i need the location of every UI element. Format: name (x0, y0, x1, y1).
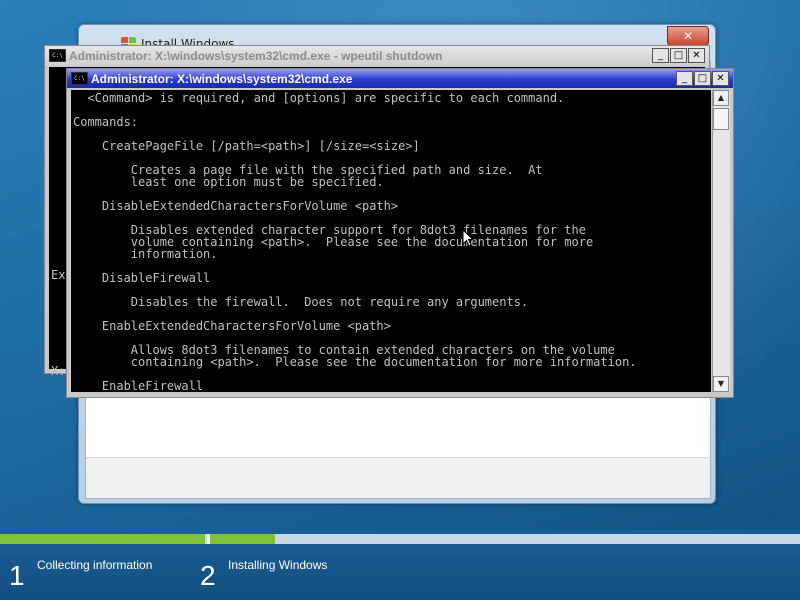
setup-progress-area: 1 Collecting information 2 Installing Wi… (0, 530, 800, 600)
close-button[interactable]: ✕ (688, 48, 705, 63)
cmd-titlebar-wpeutil[interactable]: C:\ Administrator: X:\windows\system32\c… (45, 46, 709, 65)
cmd-titlebar-main[interactable]: C:\ Administrator: X:\windows\system32\c… (67, 69, 733, 88)
minimize-button[interactable]: _ (652, 48, 669, 63)
console-prompt-fragment: X: (51, 364, 66, 378)
maximize-button[interactable]: □ (670, 48, 687, 63)
console-line: containing <path>. Please see the docume… (73, 355, 637, 369)
step-number: 1 (9, 560, 25, 591)
close-button[interactable]: ✕ (712, 71, 729, 86)
progress-fill-step-2 (210, 534, 275, 544)
console-line: DisableFirewall (73, 271, 211, 285)
scrollbar-thumb[interactable] (713, 108, 729, 130)
cmd-window-main[interactable]: C:\ Administrator: X:\windows\system32\c… (66, 68, 734, 398)
step-number: 2 (200, 560, 216, 591)
step-label: Installing Windows (228, 558, 328, 572)
progress-fill-step-1 (0, 534, 205, 544)
maximize-button[interactable]: □ (694, 71, 711, 86)
mouse-cursor-icon (462, 229, 474, 247)
console-line: least one option must be specified. (73, 175, 384, 189)
console-line: <Command> is required, and [options] are… (73, 91, 565, 105)
cmd-title-main: Administrator: X:\windows\system32\cmd.e… (91, 71, 353, 86)
console-line: Commands: (73, 115, 139, 129)
cmd-title-wpeutil: Administrator: X:\windows\system32\cmd.e… (69, 48, 443, 63)
console-icon: C:\ (49, 49, 66, 62)
vertical-scrollbar[interactable]: ▲ ▼ (712, 90, 730, 392)
install-footer-band (86, 457, 710, 498)
console-line: EnableExtendedCharactersForVolume <path> (73, 319, 391, 333)
step-label: Collecting information (37, 558, 153, 572)
console-line: CreatePageFile [/path=<path>] [/size=<si… (73, 139, 420, 153)
console-line: EnableFirewall (73, 379, 204, 392)
console-text-fragment: Ex (51, 268, 66, 282)
console-output: <Command> is required, and [options] are… (73, 92, 637, 392)
console-line: DisableExtendedCharactersForVolume <path… (73, 199, 399, 213)
console-line: information. (73, 247, 218, 261)
install-close-button[interactable]: ✕ (667, 26, 709, 46)
console-line: Disables the firewall. Does not require … (73, 295, 529, 309)
console-area-main[interactable]: <Command> is required, and [options] are… (71, 90, 711, 392)
console-icon: C:\ (71, 72, 88, 85)
scroll-up-arrow-icon[interactable]: ▲ (713, 90, 729, 106)
minimize-button[interactable]: _ (676, 71, 693, 86)
scroll-down-arrow-icon[interactable]: ▼ (713, 376, 729, 392)
progress-bar (0, 534, 800, 544)
